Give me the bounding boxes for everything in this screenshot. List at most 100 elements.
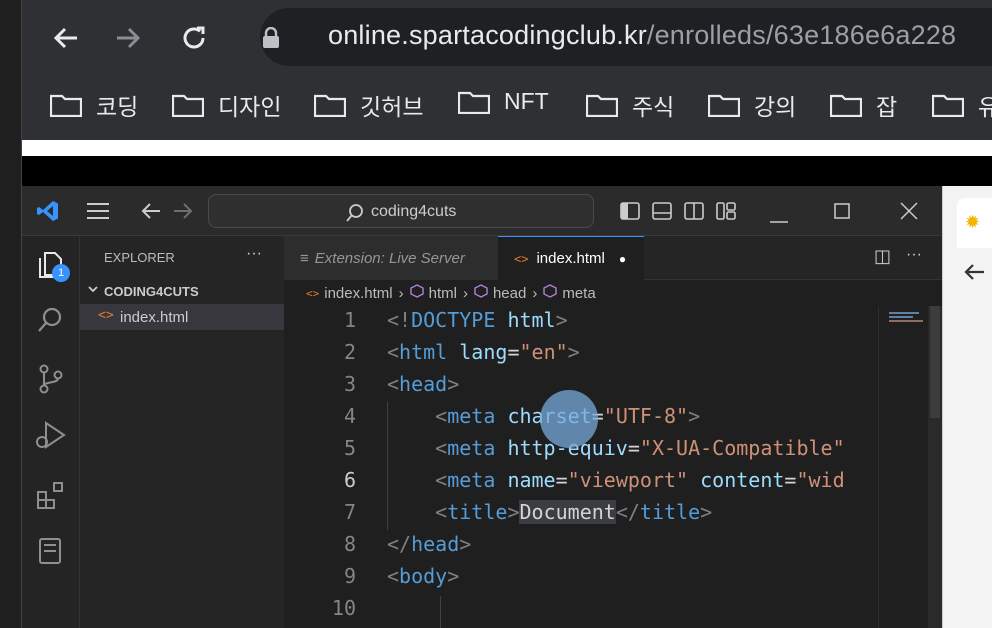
folder-icon (171, 93, 205, 118)
split-editor-icon[interactable]: ◫ (874, 246, 891, 267)
folder-icon (49, 93, 83, 118)
file-name: index.html (120, 309, 189, 326)
run-debug-icon[interactable] (34, 420, 66, 455)
back-arrow-icon[interactable] (46, 18, 86, 58)
extensions-icon[interactable] (36, 480, 66, 515)
breadcrumb-item[interactable]: <> index.html (306, 285, 393, 302)
url-path: /enrolleds/63e186e6a228 (646, 20, 957, 50)
source-control-icon[interactable] (38, 364, 64, 399)
editor-scrollbar[interactable] (928, 306, 942, 628)
code-line: <body> (387, 564, 460, 588)
bookmark-folder[interactable]: 잡 (829, 88, 898, 122)
editor-area: ≡ Extension: Live Server <> index.html ●… (284, 236, 942, 628)
back-arrow-icon[interactable] (963, 262, 985, 287)
activity-bar: 1 (22, 236, 80, 628)
explorer-sidebar: EXPLORER ··· CODING4CUTS <> index.html (80, 236, 284, 628)
editor-more-icon[interactable]: ··· (906, 246, 922, 264)
indent-guide (440, 596, 441, 628)
preview-icon: ≡ (300, 249, 309, 267)
bookmark-label: 잡 (876, 94, 898, 120)
menu-icon[interactable] (86, 202, 110, 225)
browser-side-panel: ✹ (942, 186, 992, 628)
code-line: <head> (387, 372, 460, 396)
line-number: 8 (343, 532, 356, 556)
code-line: <meta http-equiv="X-UA-Compatible" (435, 436, 845, 460)
folder-name: CODING4CUTS (104, 284, 199, 299)
close-icon[interactable] (900, 202, 918, 225)
page-black-strip (22, 156, 992, 186)
star-icon: ✹ (965, 212, 981, 232)
forward-arrow-icon[interactable] (108, 18, 148, 58)
remote-explorer-icon[interactable] (38, 536, 64, 571)
bookmark-label: NFT (504, 88, 549, 114)
toggle-panel-icon[interactable] (652, 202, 672, 225)
bookmark-folder[interactable]: 주식 (585, 88, 675, 122)
tab-bar: ≡ Extension: Live Server <> index.html ●… (284, 236, 942, 280)
element-icon (474, 284, 488, 302)
scrollbar-thumb[interactable] (930, 306, 940, 418)
bookmark-label: 코딩 (96, 94, 139, 120)
search-sidebar-icon[interactable] (36, 306, 64, 339)
vscode-titlebar: coding4cuts (22, 186, 942, 236)
toggle-secondary-sidebar-icon[interactable] (684, 202, 704, 225)
vscode-logo-icon (36, 199, 60, 228)
nav-forward-icon[interactable] (172, 201, 194, 226)
maximize-icon[interactable] (834, 203, 850, 224)
line-number: 1 (343, 308, 356, 332)
minimap[interactable] (878, 306, 934, 628)
code-line: <html lang="en"> (387, 340, 580, 364)
reload-icon[interactable] (174, 18, 214, 58)
explorer-badge: 1 (52, 264, 70, 282)
unsaved-dot-icon[interactable]: ● (619, 252, 626, 266)
explorer-more-icon[interactable]: ··· (246, 245, 262, 263)
bookmark-folder[interactable]: 강의 (707, 88, 797, 122)
page-top-strip (22, 140, 992, 156)
line-number: 9 (343, 564, 356, 588)
lock-icon[interactable] (262, 26, 280, 54)
code-line: <title>Document</title> (435, 500, 713, 524)
chevron-down-icon (86, 282, 100, 301)
search-icon (345, 203, 365, 228)
folder-row[interactable]: CODING4CUTS (86, 282, 199, 301)
explorer-title: EXPLORER (104, 250, 175, 265)
folder-icon (313, 93, 347, 118)
left-window-edge (0, 0, 22, 628)
toggle-sidebar-icon[interactable] (620, 202, 640, 225)
command-center-search[interactable]: coding4cuts (208, 194, 594, 228)
breadcrumb-item[interactable]: meta (543, 284, 596, 302)
chevron-right-icon: › (532, 284, 538, 302)
bookmark-folder[interactable]: 코딩 (49, 88, 139, 122)
bookmark-folder[interactable]: NFT (457, 88, 549, 115)
folder-icon (585, 93, 619, 118)
bookmarks-bar: 코딩 디자인 깃허브 NFT 주식 강의 잡 유 (22, 80, 992, 126)
nav-back-icon[interactable] (140, 201, 162, 226)
url-text[interactable]: online.spartacodingclub.kr/enrolleds/63e… (328, 20, 956, 51)
customize-layout-icon[interactable] (716, 202, 736, 225)
breadcrumb-label: index.html (324, 284, 393, 302)
tab-live-server[interactable]: ≡ Extension: Live Server (284, 236, 498, 280)
bookmark-label: 강의 (754, 94, 797, 120)
tab-index-html[interactable]: <> index.html ● (498, 236, 644, 280)
html-file-icon: <> (306, 286, 320, 300)
breadcrumb-label: head (492, 284, 527, 302)
code-line: <meta name="viewport" content="wid (435, 468, 845, 492)
bookmark-folder[interactable]: 유 (931, 88, 992, 122)
breadcrumb-label: meta (562, 284, 596, 302)
file-row-index[interactable]: <> index.html (80, 304, 284, 330)
line-number: 10 (331, 596, 356, 620)
chevron-right-icon: › (462, 284, 468, 302)
breadcrumb: <> index.html › html › head › meta (284, 280, 942, 306)
cursor-highlight (540, 390, 598, 448)
code-editor[interactable]: 1 2 3 4 5 6 7 8 9 10 <!DOCTYPE html> <ht… (284, 306, 878, 628)
element-icon (409, 284, 424, 302)
tab-label: Extension: Live Server (314, 249, 465, 267)
side-tab[interactable]: ✹ (957, 198, 992, 248)
bookmark-folder[interactable]: 디자인 (171, 88, 282, 122)
minimize-icon[interactable] (770, 210, 788, 228)
html-file-icon: <> (98, 308, 114, 323)
breadcrumb-item[interactable]: head (474, 284, 526, 302)
bookmark-label: 주식 (632, 94, 675, 120)
bookmark-label: 디자인 (218, 94, 282, 120)
breadcrumb-item[interactable]: html (409, 284, 457, 302)
bookmark-folder[interactable]: 깃허브 (313, 88, 423, 122)
